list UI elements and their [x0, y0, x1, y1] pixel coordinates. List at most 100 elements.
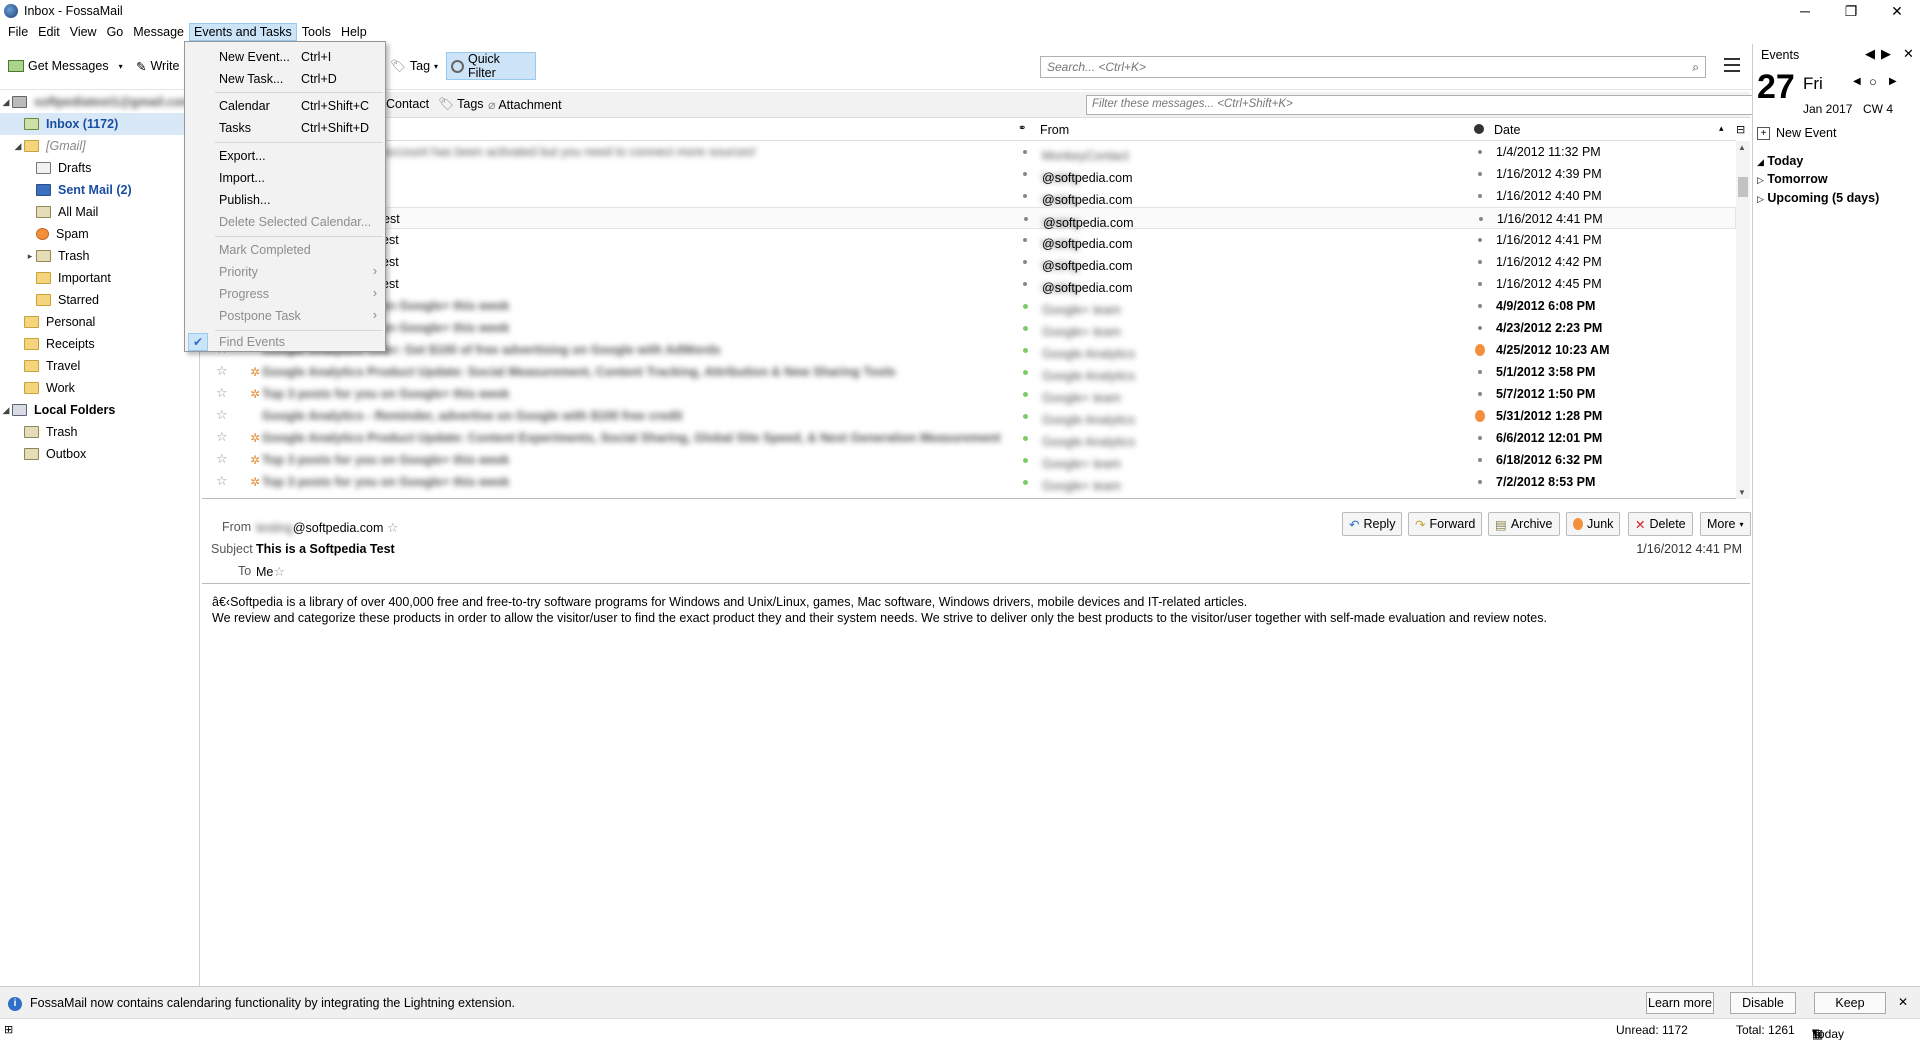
not-junk-dot-icon[interactable] [1478, 370, 1482, 374]
minimize-button[interactable]: ─ [1782, 0, 1828, 22]
to-value[interactable]: Me☆ [256, 564, 285, 580]
next-arrow-icon[interactable]: ▶ [1889, 76, 1897, 87]
table-row[interactable]: MonkeyContact: Your account has been act… [202, 141, 1736, 163]
folder-trash[interactable]: ▸ Trash [0, 245, 200, 267]
expand-icon[interactable]: ▸ [24, 251, 36, 262]
folder-work[interactable]: Work [0, 377, 200, 399]
table-row[interactable]: testing @softpedia.com 1/16/2012 4:39 PM [202, 163, 1736, 185]
restore-button[interactable]: ❐ [1828, 0, 1874, 22]
forward-button[interactable]: ↷ Forward [1408, 512, 1483, 536]
tag-button[interactable]: 🏷 Tag ▾ [386, 52, 442, 80]
filter-contact-button[interactable]: Contact [386, 97, 429, 111]
menu-tools[interactable]: Tools [297, 23, 336, 41]
next-day-icon[interactable]: ▶ [1881, 46, 1891, 62]
today-circle-icon[interactable]: ○ [1869, 74, 1877, 89]
folder-inbox[interactable]: Inbox (1172) [0, 113, 200, 135]
column-date[interactable]: Date [1494, 123, 1520, 137]
folder-all-mail[interactable]: All Mail [0, 201, 200, 223]
table-row[interactable]: ☆ ✲ Google Analytics Product Update: Socia… [202, 361, 1736, 383]
table-row[interactable]: ☆ ✲ Top 3 posts for you on Google+ this we… [202, 471, 1736, 493]
star-icon[interactable]: ☆ [216, 473, 228, 489]
table-row[interactable]: ☆ ✲ Google Analytics Product Update: Conte… [202, 427, 1736, 449]
filter-attachment-button[interactable]: ⌀ Attachment [488, 97, 562, 112]
star-icon[interactable]: ☆ [216, 451, 228, 467]
read-status-column-icon[interactable]: ⚭ [1018, 123, 1026, 134]
filter-tags-button[interactable]: 🏷 Tags [438, 97, 484, 112]
close-notification-icon[interactable]: ✕ [1898, 995, 1908, 1009]
star-icon[interactable]: ☆ [273, 564, 285, 579]
collapse-icon[interactable]: ◢ [0, 405, 12, 416]
junk-icon[interactable] [1475, 410, 1485, 422]
not-junk-dot-icon[interactable] [1478, 194, 1482, 198]
collapse-icon[interactable]: ◢ [12, 141, 24, 152]
not-junk-dot-icon[interactable] [1478, 282, 1482, 286]
search-input[interactable]: Search... <Ctrl+K> ⌕ [1040, 56, 1706, 78]
table-row[interactable]: ✲Top 3 posts for you on Google+ this wee… [202, 295, 1736, 317]
table-row[interactable]: est testing @softpedia.com 1/16/2012 4:42 P… [202, 251, 1736, 273]
menu-message[interactable]: Message [128, 23, 189, 41]
not-junk-dot-icon[interactable] [1478, 458, 1482, 462]
get-messages-button[interactable]: Get Messages ▾ [4, 52, 127, 80]
app-menu-icon[interactable] [1724, 58, 1740, 72]
not-junk-dot-icon[interactable] [1478, 304, 1482, 308]
folder-local-trash[interactable]: Trash [0, 421, 200, 443]
table-row[interactable]: ☆ ✲ Top 3 posts for you on Google+ this we… [202, 449, 1736, 471]
menu-events-and-tasks[interactable]: Events and Tasks [189, 23, 297, 41]
folder-spam[interactable]: Spam [0, 223, 200, 245]
archive-button[interactable]: ▤ Archive [1488, 512, 1560, 536]
table-row[interactable]: ✲Top 3 posts for you on Google+ this wee… [202, 317, 1736, 339]
section-tomorrow[interactable]: ▷ Tomorrow [1757, 172, 1828, 186]
section-today[interactable]: ◢ Today [1757, 154, 1803, 168]
table-row[interactable]: est testing @softpedia.com 1/16/2012 4:45 P… [202, 273, 1736, 295]
not-junk-dot-icon[interactable] [1478, 150, 1482, 154]
menu-item-new-task[interactable]: New Task... Ctrl+D [185, 68, 385, 90]
menu-view[interactable]: View [65, 23, 102, 41]
folder-account[interactable]: ◢ softpediatest1@gmail.com [0, 91, 200, 113]
star-icon[interactable]: ☆ [216, 429, 228, 445]
folder-starred[interactable]: Starred [0, 289, 200, 311]
folder-travel[interactable]: Travel [0, 355, 200, 377]
junk-button[interactable]: Junk [1566, 512, 1621, 536]
not-junk-dot-icon[interactable] [1478, 392, 1482, 396]
column-picker-icon[interactable]: ⊟ [1736, 123, 1745, 136]
menu-item-tasks[interactable]: Tasks Ctrl+Shift+D [185, 117, 385, 139]
folder-local-folders[interactable]: ◢ Local Folders [0, 399, 200, 421]
prev-arrow-icon[interactable]: ◀ [1853, 76, 1861, 87]
folder-outbox[interactable]: Outbox [0, 443, 200, 465]
scroll-thumb[interactable] [1738, 177, 1748, 197]
not-junk-dot-icon[interactable] [1478, 480, 1482, 484]
section-upcoming[interactable]: ▷ Upcoming (5 days) [1757, 191, 1879, 205]
folder-important[interactable]: Important [0, 267, 200, 289]
table-row[interactable]: ☆ Google Analytics - Reminder, advertise … [202, 405, 1736, 427]
close-pane-icon[interactable]: ✕ [1903, 46, 1914, 62]
menu-item-calendar[interactable]: Calendar Ctrl+Shift+C [185, 95, 385, 117]
folder-gmail[interactable]: ◢ [Gmail] [0, 135, 200, 157]
folder-receipts[interactable]: Receipts [0, 333, 200, 355]
table-row[interactable]: est testing @softpedia.com 1/16/2012 4:41 P… [202, 207, 1736, 230]
table-row[interactable]: testing @softpedia.com 1/16/2012 4:40 PM [202, 185, 1736, 207]
menu-item-publish[interactable]: Publish... [185, 189, 385, 211]
not-junk-dot-icon[interactable] [1478, 172, 1482, 176]
menu-help[interactable]: Help [336, 23, 372, 41]
scroll-up-icon[interactable]: ▲ [1738, 143, 1746, 152]
table-row[interactable]: ☆ ✲ Top 3 posts for you on Google+ this we… [202, 383, 1736, 405]
star-icon[interactable]: ☆ [216, 385, 228, 401]
star-icon[interactable]: ☆ [216, 407, 228, 423]
menu-file[interactable]: File [3, 23, 33, 41]
from-value[interactable]: testing@softpedia.com ☆ [256, 520, 399, 536]
reply-button[interactable]: ↶ Reply [1342, 512, 1403, 536]
folder-personal[interactable]: Personal [0, 311, 200, 333]
menu-item-import[interactable]: Import... [185, 167, 385, 189]
menu-item-new-event[interactable]: New Event... Ctrl+I [185, 46, 385, 68]
junk-column-icon[interactable] [1474, 124, 1484, 134]
close-window-button[interactable]: ✕ [1874, 0, 1920, 22]
not-junk-dot-icon[interactable] [1478, 436, 1482, 440]
folder-drafts[interactable]: Drafts [0, 157, 200, 179]
disable-button[interactable]: Disable [1730, 992, 1796, 1014]
thread-scrollbar[interactable]: ▲ ▼ [1736, 141, 1750, 499]
table-row[interactable]: ☆Google Analytics Offer: Get $100 of fre… [202, 339, 1736, 361]
previous-day-icon[interactable]: ◀ [1865, 46, 1875, 62]
more-button[interactable]: More ▾ [1700, 512, 1751, 536]
collapse-icon[interactable]: ◢ [0, 97, 12, 108]
keep-button[interactable]: Keep [1814, 992, 1886, 1014]
